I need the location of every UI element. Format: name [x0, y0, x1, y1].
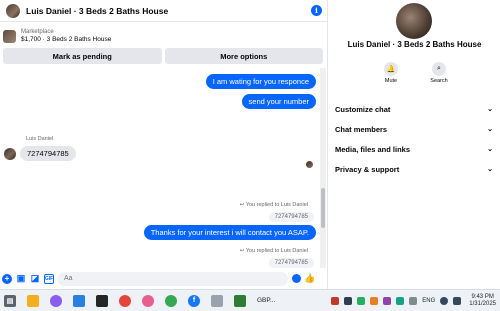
- reply-note-text: You replied to Luis Daniel: [245, 248, 308, 254]
- avatar[interactable]: [6, 3, 20, 18]
- search-button[interactable]: ⌕ Search: [424, 62, 454, 84]
- app-tray-icon[interactable]: [357, 296, 366, 305]
- incoming-message[interactable]: 7274794785: [20, 146, 76, 161]
- chrome-profile-icon[interactable]: [165, 294, 177, 307]
- menu-item-media-files-links[interactable]: Media, files and links ⌄: [335, 139, 493, 159]
- listing-summary[interactable]: Marketplace $1,700 · 3 Beds 2 Baths Hous…: [0, 26, 328, 46]
- message-thread: I am wating for you responce send your n…: [0, 68, 320, 268]
- facebook-icon[interactable]: f: [188, 294, 200, 307]
- chat-header: Luis Daniel · 3 Beds 2 Baths House i: [0, 0, 328, 22]
- reply-note: ↩ You replied to Luis Daniel: [239, 202, 308, 208]
- menu-item-chat-members[interactable]: Chat members ⌄: [335, 119, 493, 139]
- listing-actions: Mark as pending More options: [3, 48, 323, 64]
- seen-indicator: [306, 161, 313, 168]
- profile-avatar[interactable]: [396, 3, 432, 39]
- profile-actions: 🔔 Mute ⌕ Search: [376, 62, 454, 84]
- system-tray: ENG 9:43 PM 1/31/2025: [331, 294, 496, 308]
- paint-icon[interactable]: [142, 294, 154, 307]
- details-menu: Customize chat ⌄ Chat members ⌄ Media, f…: [335, 99, 493, 179]
- bell-icon: 🔔: [384, 62, 398, 76]
- listing-price-title: $1,700 · 3 Beds 2 Baths House: [21, 36, 112, 43]
- app-tray-icon[interactable]: [331, 296, 340, 305]
- menu-item-label: Media, files and links: [335, 144, 411, 154]
- chat-title[interactable]: Luis Daniel · 3 Beds 2 Baths House: [26, 6, 168, 16]
- menu-item-privacy-support[interactable]: Privacy & support ⌄: [335, 159, 493, 179]
- chrome-icon[interactable]: [119, 294, 131, 307]
- profile-name: Luis Daniel · 3 Beds 2 Baths House: [347, 40, 482, 49]
- outgoing-message[interactable]: Thanks for your interest i will contact …: [143, 225, 316, 240]
- plus-icon[interactable]: +: [2, 273, 12, 284]
- volume-icon[interactable]: [453, 296, 462, 305]
- stocks-icon[interactable]: [234, 294, 246, 307]
- chevron-down-icon: ⌄: [487, 126, 493, 133]
- menu-item-label: Customize chat: [335, 104, 391, 114]
- wifi-icon[interactable]: [440, 296, 449, 305]
- task-view-icon[interactable]: ▤: [4, 294, 16, 307]
- details-panel: Luis Daniel · 3 Beds 2 Baths House 🔔 Mut…: [329, 0, 500, 289]
- gif-icon[interactable]: GIF: [44, 273, 54, 284]
- composer: + ▣ ◪ GIF 👍: [0, 268, 328, 289]
- messenger-app: Luis Daniel · 3 Beds 2 Baths House i Mar…: [0, 0, 500, 289]
- app-icon[interactable]: [96, 294, 108, 307]
- listing-text: Marketplace $1,700 · 3 Beds 2 Baths Hous…: [21, 28, 111, 44]
- chevron-down-icon: ⌄: [487, 146, 493, 153]
- app-tray-icon[interactable]: [370, 296, 379, 305]
- mute-button[interactable]: 🔔 Mute: [376, 62, 406, 84]
- file-explorer-icon[interactable]: [27, 294, 39, 307]
- image-icon[interactable]: ▣: [16, 273, 26, 284]
- windows-taskbar: ▤ f GBP... ENG 9:43 PM 1/31/2025: [0, 289, 500, 311]
- app-tray-icon[interactable]: [344, 296, 353, 305]
- clock-time: 9:43 PM: [471, 293, 494, 300]
- scrollbar-thumb[interactable]: [321, 188, 325, 228]
- emoji-icon[interactable]: [292, 274, 301, 283]
- info-icon[interactable]: i: [311, 5, 322, 16]
- mute-label: Mute: [384, 78, 398, 84]
- sender-name: Luis Daniel: [26, 136, 54, 142]
- sticker-icon[interactable]: ◪: [30, 273, 40, 284]
- chat-panel: Luis Daniel · 3 Beds 2 Baths House i Mar…: [0, 0, 328, 289]
- clock[interactable]: 9:43 PM 1/31/2025: [469, 294, 496, 308]
- more-options-button[interactable]: More options: [164, 48, 323, 64]
- listing-thumbnail: [3, 29, 16, 43]
- reply-quote[interactable]: 7274794785: [268, 212, 314, 222]
- thumbs-up-icon[interactable]: 👍: [304, 273, 315, 284]
- search-icon: ⌕: [432, 62, 446, 76]
- app-tray-icon[interactable]: [396, 296, 405, 305]
- outgoing-message[interactable]: I am wating for you responce: [205, 74, 316, 89]
- reply-quote[interactable]: 7274794785: [268, 258, 314, 268]
- clock-date: 1/31/2025: [469, 300, 496, 307]
- menu-item-label: Privacy & support: [335, 164, 400, 174]
- sender-avatar[interactable]: [4, 148, 16, 160]
- pen-tool-icon[interactable]: [211, 294, 223, 307]
- store-icon[interactable]: [73, 294, 85, 307]
- reply-note: ↩ You replied to Luis Daniel: [239, 248, 308, 254]
- chevron-down-icon: ⌄: [487, 106, 493, 113]
- menu-item-label: Chat members: [335, 124, 388, 134]
- search-label: Search: [430, 78, 448, 84]
- outgoing-message[interactable]: send your number: [241, 94, 316, 109]
- copilot-icon[interactable]: [50, 294, 62, 307]
- chevron-up-icon[interactable]: [409, 296, 418, 305]
- chevron-down-icon: ⌄: [487, 166, 493, 173]
- reply-note-text: You replied to Luis Daniel: [245, 202, 308, 208]
- language-indicator[interactable]: ENG: [422, 298, 435, 304]
- thread-scrollbar[interactable]: [320, 68, 326, 268]
- currency-ticker[interactable]: GBP...: [257, 297, 275, 304]
- menu-item-customize-chat[interactable]: Customize chat ⌄: [335, 99, 493, 119]
- app-tray-icon[interactable]: [383, 296, 392, 305]
- listing-source: Marketplace: [21, 29, 54, 35]
- message-input[interactable]: [58, 271, 288, 286]
- mark-as-pending-button[interactable]: Mark as pending: [3, 48, 162, 64]
